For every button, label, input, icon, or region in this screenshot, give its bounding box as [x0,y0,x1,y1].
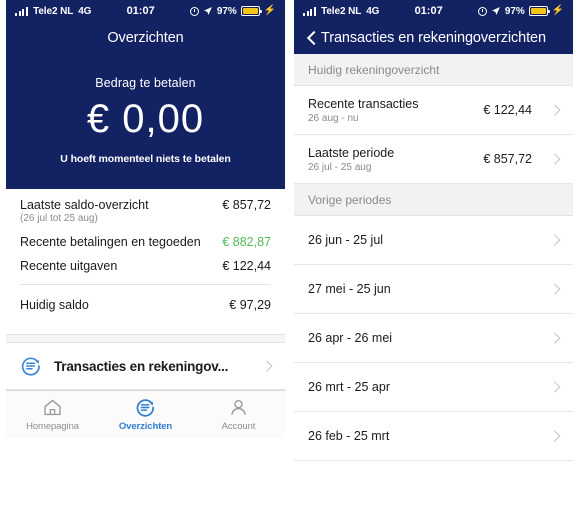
chevron-right-icon [550,432,559,441]
status-bar-clock: 01:07 [414,5,443,17]
battery-icon [240,6,262,16]
charging-bolt-icon: ⚡ [551,5,564,16]
list-item-period[interactable]: 27 mei - 25 jun [294,265,573,314]
list-item-amount: € 122,44 [483,103,532,117]
summary-label: Recente uitgaven [20,259,118,273]
chevron-right-icon [550,285,559,294]
summary-row: Recente uitgaven € 122,44 [20,250,271,274]
tab-label: Account [221,421,256,432]
section-header-current: Huidig rekeningoverzicht [294,54,573,86]
network-type-label: 4G [78,5,92,17]
phone-screen-transacties: Tele2 NL 4G 01:07 97% ⚡ Transacties en r… [294,0,573,512]
tab-overzichten[interactable]: Overzichten [99,397,192,432]
summary-value: € 857,72 [222,198,271,212]
list-item-subtitle: 26 aug - nu [308,112,359,124]
chevron-right-icon [550,383,559,392]
page-title: Transacties en rekeningoverzichten [321,30,546,46]
transactions-link-row[interactable]: Transacties en rekeningov... [6,343,285,390]
chevron-right-icon [550,236,559,245]
battery-percent-label: 97% [504,5,525,17]
network-type-label: 4G [366,5,380,17]
location-arrow-icon [203,7,212,15]
current-balance-label: Huidig saldo [20,298,89,312]
list-item-period[interactable]: 26 jun - 25 jul [294,216,573,265]
status-bar-clock: 01:07 [126,5,155,17]
transactions-circle-icon [20,355,42,377]
amount-due-note: U hoeft momenteel niets te betalen [60,153,231,165]
list-item-title: 27 mei - 25 jun [308,282,391,296]
list-item-amount: € 857,72 [483,152,532,166]
list-item-title: 26 apr - 26 mei [308,331,393,345]
current-balance-value: € 97,29 [229,298,271,312]
tab-label: Overzichten [118,421,173,432]
summary-value: € 882,87 [222,235,271,249]
status-bar-left: Tele2 NL 4G 01:07 97% ⚡ [6,0,285,22]
list-item-period[interactable]: 26 feb - 25 mrt [294,412,573,461]
charging-bolt-icon: ⚡ [263,5,276,16]
panel-separator [285,0,294,512]
list-item-title: 26 mrt - 25 apr [308,380,390,394]
battery-icon [528,6,550,16]
page-title: Overzichten [107,30,184,46]
amount-due-value: € 0,00 [86,97,205,141]
list-item-laatste-periode[interactable]: Laatste periode 26 jul - 25 aug € 857,72 [294,135,573,184]
chevron-right-icon [550,106,559,115]
signal-bars-icon [303,6,317,16]
bottom-tab-bar: Homepagina Overzichten Account [6,390,285,438]
carrier-label: Tele2 NL [321,5,362,17]
battery-percent-label: 97% [216,5,237,17]
summary-value: € 122,44 [222,259,271,273]
amount-due-card: Bedrag te betalen € 0,00 U hoeft momente… [6,54,285,189]
list-item-title: Recente transacties [308,96,419,111]
balance-summary: Laatste saldo-overzicht € 857,72 (26 jul… [6,189,285,322]
amount-due-label: Bedrag te betalen [95,76,196,90]
phone-screen-overzichten: Tele2 NL 4G 01:07 97% ⚡ Overzichten Bedr… [6,0,285,512]
list-item-subtitle: 26 jul - 25 aug [308,161,372,173]
person-icon [228,397,249,418]
location-arrow-icon [491,7,500,15]
alarm-icon [477,6,487,16]
summary-label: Recente betalingen en tegoeden [20,235,201,249]
status-bar-right: Tele2 NL 4G 01:07 97% ⚡ [294,0,573,22]
list-item-title: Laatste periode [308,145,395,160]
alarm-icon [189,6,199,16]
tab-label: Homepagina [26,421,79,432]
carrier-label: Tele2 NL [33,5,74,17]
transactions-link-label: Transacties en rekeningov... [54,358,229,374]
summary-row: Laatste saldo-overzicht € 857,72 [20,189,271,213]
tab-account[interactable]: Account [192,397,285,432]
screenshot-stage: Tele2 NL 4G 01:07 97% ⚡ Overzichten Bedr… [0,0,579,512]
list-item-recente-transacties[interactable]: Recente transacties 26 aug - nu € 122,44 [294,86,573,135]
nav-bar-right: Transacties en rekeningoverzichten [294,22,573,54]
chevron-left-icon[interactable] [304,30,320,46]
chevron-right-icon [550,155,559,164]
list-item-period[interactable]: 26 apr - 26 mei [294,314,573,363]
summary-sublabel: (26 jul tot 25 aug) [20,213,98,224]
tab-homepagina[interactable]: Homepagina [6,397,99,432]
section-header-previous: Vorige periodes [294,184,573,216]
list-item-title: 26 feb - 25 mrt [308,429,390,443]
current-balance-row: Huidig saldo € 97,29 [20,285,271,322]
summary-row: Recente betalingen en tegoeden € 882,87 [20,226,271,250]
signal-bars-icon [15,6,29,16]
section-gap [6,334,285,343]
home-icon [42,397,63,418]
summary-label: Laatste saldo-overzicht [20,198,149,212]
chevron-right-icon [550,334,559,343]
chevron-right-icon [262,362,271,371]
list-item-period[interactable]: 26 mrt - 25 apr [294,363,573,412]
nav-bar-left: Overzichten [6,22,285,54]
transactions-circle-icon [135,397,156,418]
list-item-title: 26 jun - 25 jul [308,233,384,247]
